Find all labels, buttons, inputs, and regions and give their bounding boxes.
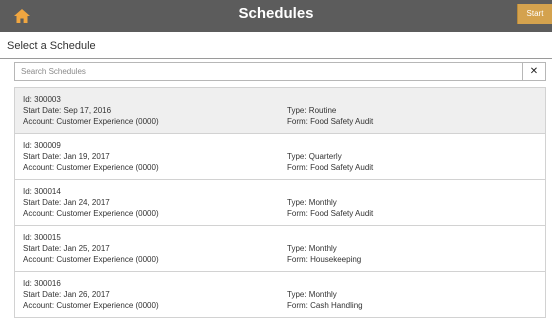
schedule-account: Account: Customer Experience (0000) xyxy=(23,301,159,310)
schedule-type: Type: Monthly xyxy=(287,290,337,299)
schedule-start-date: Start Date: Jan 24, 2017 xyxy=(23,198,110,207)
schedule-account: Account: Customer Experience (0000) xyxy=(23,255,159,264)
schedule-start-date: Start Date: Jan 25, 2017 xyxy=(23,244,110,253)
schedule-form: Form: Food Safety Audit xyxy=(287,117,374,126)
schedule-list: Id: 300003 Start Date: Sep 17, 2016 Acco… xyxy=(14,87,546,318)
schedule-id: Id: 300015 xyxy=(23,233,61,242)
subheader: Select a Schedule xyxy=(0,33,552,59)
schedule-account: Account: Customer Experience (0000) xyxy=(23,117,159,126)
schedule-form: Form: Cash Handling xyxy=(287,301,363,310)
schedule-row[interactable]: Id: 300014 Start Date: Jan 24, 2017 Acco… xyxy=(15,180,545,226)
schedule-row[interactable]: Id: 300015 Start Date: Jan 25, 2017 Acco… xyxy=(15,226,545,272)
schedule-form: Form: Food Safety Audit xyxy=(287,163,374,172)
schedule-account: Account: Customer Experience (0000) xyxy=(23,209,159,218)
schedule-type: Type: Monthly xyxy=(287,198,337,207)
schedule-start-date: Start Date: Jan 26, 2017 xyxy=(23,290,110,299)
search-box: ✕ xyxy=(14,62,546,81)
schedule-form: Form: Housekeeping xyxy=(287,255,362,264)
close-icon: ✕ xyxy=(529,66,539,77)
schedule-id: Id: 300014 xyxy=(23,187,61,196)
schedule-start-date: Start Date: Jan 19, 2017 xyxy=(23,152,110,161)
clear-search-button[interactable]: ✕ xyxy=(522,63,545,80)
schedule-id: Id: 300009 xyxy=(23,141,61,150)
page-title: Schedules xyxy=(238,5,314,22)
schedule-type: Type: Routine xyxy=(287,106,337,115)
search-input[interactable] xyxy=(15,63,521,80)
schedule-id: Id: 300016 xyxy=(23,279,61,288)
schedule-account: Account: Customer Experience (0000) xyxy=(23,163,159,172)
schedule-start-date: Start Date: Sep 17, 2016 xyxy=(23,106,112,115)
schedule-row[interactable]: Id: 300016 Start Date: Jan 26, 2017 Acco… xyxy=(15,272,545,317)
schedule-id: Id: 300003 xyxy=(23,95,61,104)
home-icon[interactable] xyxy=(14,9,30,23)
schedule-row[interactable]: Id: 300003 Start Date: Sep 17, 2016 Acco… xyxy=(15,88,545,134)
schedule-row[interactable]: Id: 300009 Start Date: Jan 19, 2017 Acco… xyxy=(15,134,545,180)
section-title: Select a Schedule xyxy=(7,40,96,52)
schedule-type: Type: Monthly xyxy=(287,244,337,253)
top-bar: Schedules Start xyxy=(0,0,552,32)
schedule-form: Form: Food Safety Audit xyxy=(287,209,374,218)
schedule-type: Type: Quarterly xyxy=(287,152,342,161)
start-button[interactable]: Start xyxy=(517,4,552,24)
